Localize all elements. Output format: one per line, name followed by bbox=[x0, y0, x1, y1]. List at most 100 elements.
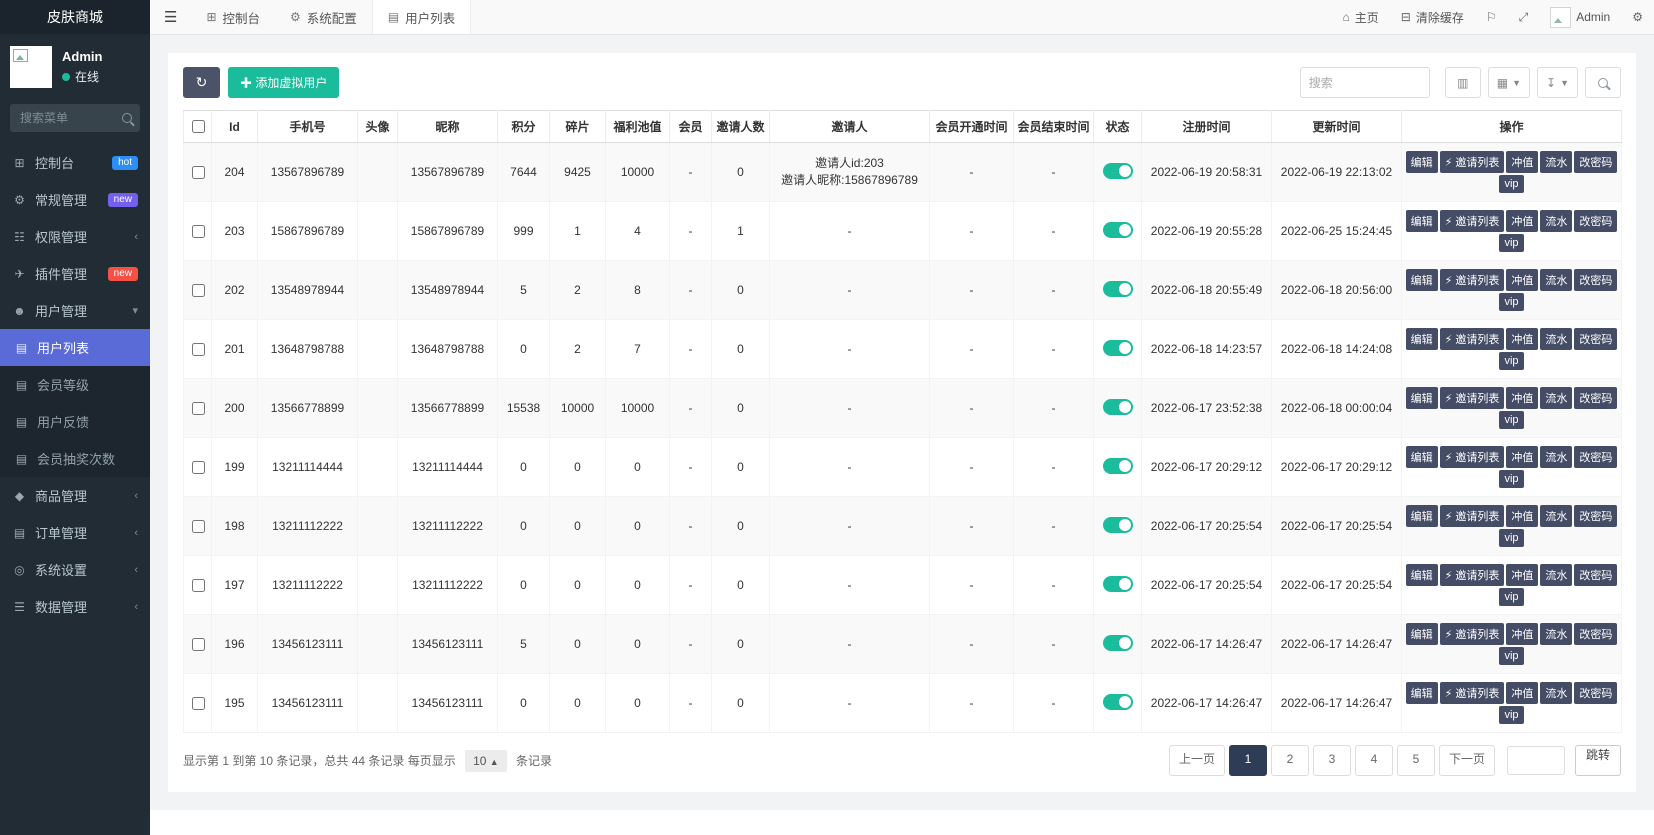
status-toggle[interactable] bbox=[1102, 516, 1133, 533]
status-toggle[interactable] bbox=[1102, 280, 1133, 297]
flow-button[interactable]: 流水 bbox=[1540, 210, 1573, 232]
edit-button[interactable]: 编辑 bbox=[1405, 682, 1438, 704]
invite-list-button[interactable]: ⚡ 邀请列表 bbox=[1439, 151, 1505, 173]
flow-button[interactable]: 流水 bbox=[1540, 505, 1573, 527]
vip-button[interactable]: vip bbox=[1499, 588, 1524, 606]
edit-button[interactable]: 编辑 bbox=[1405, 505, 1438, 527]
row-checkbox[interactable] bbox=[191, 165, 205, 179]
edit-button[interactable]: 编辑 bbox=[1405, 564, 1438, 586]
vip-button[interactable]: vip bbox=[1499, 529, 1524, 547]
edit-button[interactable]: 编辑 bbox=[1405, 446, 1438, 468]
recharge-button[interactable]: 冲值 bbox=[1506, 623, 1539, 645]
change-password-button[interactable]: 改密码 bbox=[1574, 210, 1618, 232]
change-password-button[interactable]: 改密码 bbox=[1574, 564, 1618, 586]
change-password-button[interactable]: 改密码 bbox=[1574, 328, 1618, 350]
page-button-2[interactable]: 2 bbox=[1270, 745, 1309, 776]
invite-list-button[interactable]: ⚡ 邀请列表 bbox=[1439, 269, 1505, 291]
row-checkbox[interactable] bbox=[191, 342, 205, 356]
vip-button[interactable]: vip bbox=[1499, 293, 1524, 311]
prev-page-button[interactable]: 上一页 bbox=[1168, 745, 1225, 776]
recharge-button[interactable]: 冲值 bbox=[1506, 269, 1539, 291]
columns-dropdown-button[interactable]: ▦ ▼ bbox=[1487, 67, 1531, 98]
recharge-button[interactable]: 冲值 bbox=[1506, 564, 1539, 586]
sidebar-item-general[interactable]: ⚙ 常规管理 new bbox=[0, 181, 150, 218]
status-toggle[interactable] bbox=[1102, 634, 1133, 651]
menu-toggle-icon[interactable]: ☰ bbox=[150, 8, 191, 26]
sidebar-item-products[interactable]: ◆ 商品管理 ‹ bbox=[0, 477, 150, 514]
flow-button[interactable]: 流水 bbox=[1540, 387, 1573, 409]
jump-button[interactable]: 跳转 bbox=[1574, 745, 1621, 776]
sidebar-item-permissions[interactable]: ☷ 权限管理 ‹ bbox=[0, 218, 150, 255]
edit-button[interactable]: 编辑 bbox=[1405, 328, 1438, 350]
next-page-button[interactable]: 下一页 bbox=[1438, 745, 1495, 776]
flow-button[interactable]: 流水 bbox=[1540, 682, 1573, 704]
invite-list-button[interactable]: ⚡ 邀请列表 bbox=[1439, 623, 1505, 645]
change-password-button[interactable]: 改密码 bbox=[1574, 446, 1618, 468]
edit-button[interactable]: 编辑 bbox=[1405, 210, 1438, 232]
tab-user-list[interactable]: ▤ 用户列表 bbox=[371, 0, 472, 34]
user-menu[interactable]: Admin bbox=[1539, 0, 1621, 34]
status-toggle[interactable] bbox=[1102, 162, 1133, 179]
menu-search[interactable] bbox=[10, 104, 140, 132]
row-checkbox[interactable] bbox=[191, 696, 205, 710]
recharge-button[interactable]: 冲值 bbox=[1506, 387, 1539, 409]
invite-list-button[interactable]: ⚡ 邀请列表 bbox=[1439, 564, 1505, 586]
fullscreen-button[interactable]: ⤢ bbox=[1508, 0, 1540, 34]
flow-button[interactable]: 流水 bbox=[1540, 564, 1573, 586]
status-toggle[interactable] bbox=[1102, 693, 1133, 710]
row-checkbox[interactable] bbox=[191, 224, 205, 238]
vip-button[interactable]: vip bbox=[1499, 175, 1524, 193]
row-checkbox[interactable] bbox=[191, 637, 205, 651]
home-link[interactable]: ⌂ 主页 bbox=[1332, 0, 1390, 34]
page-button-3[interactable]: 3 bbox=[1312, 745, 1351, 776]
select-all-checkbox[interactable] bbox=[191, 120, 205, 133]
search-toggle-button[interactable] bbox=[1585, 67, 1621, 98]
status-toggle[interactable] bbox=[1102, 339, 1133, 356]
edit-button[interactable]: 编辑 bbox=[1405, 387, 1438, 409]
invite-list-button[interactable]: ⚡ 邀请列表 bbox=[1439, 387, 1505, 409]
sidebar-subitem-user-list[interactable]: ▤ 用户列表 bbox=[0, 329, 150, 366]
change-password-button[interactable]: 改密码 bbox=[1574, 269, 1618, 291]
change-password-button[interactable]: 改密码 bbox=[1574, 151, 1618, 173]
change-password-button[interactable]: 改密码 bbox=[1574, 505, 1618, 527]
clear-cache-button[interactable]: ⊟ 清除缓存 bbox=[1390, 0, 1475, 34]
page-button-5[interactable]: 5 bbox=[1396, 745, 1435, 776]
flow-button[interactable]: 流水 bbox=[1540, 623, 1573, 645]
row-checkbox[interactable] bbox=[191, 578, 205, 592]
sidebar-item-system-settings[interactable]: ◎ 系统设置 ‹ bbox=[0, 551, 150, 588]
settings-button[interactable]: ⚙ bbox=[1621, 0, 1654, 34]
row-checkbox[interactable] bbox=[191, 519, 205, 533]
status-toggle[interactable] bbox=[1102, 575, 1133, 592]
recharge-button[interactable]: 冲值 bbox=[1506, 505, 1539, 527]
refresh-button[interactable]: ↻ bbox=[183, 67, 220, 98]
sidebar-item-console[interactable]: ⊞ 控制台 hot bbox=[0, 144, 150, 181]
invite-list-button[interactable]: ⚡ 邀请列表 bbox=[1439, 505, 1505, 527]
add-virtual-user-button[interactable]: ✚ 添加虚拟用户 bbox=[228, 67, 340, 98]
status-toggle[interactable] bbox=[1102, 398, 1133, 415]
recharge-button[interactable]: 冲值 bbox=[1506, 328, 1539, 350]
change-password-button[interactable]: 改密码 bbox=[1574, 623, 1618, 645]
invite-list-button[interactable]: ⚡ 邀请列表 bbox=[1439, 446, 1505, 468]
toggle-view-button[interactable]: ▥ bbox=[1444, 67, 1481, 98]
row-checkbox[interactable] bbox=[191, 460, 205, 474]
change-password-button[interactable]: 改密码 bbox=[1574, 387, 1618, 409]
change-password-button[interactable]: 改密码 bbox=[1574, 682, 1618, 704]
tab-console[interactable]: ⊞ 控制台 bbox=[191, 0, 275, 34]
sidebar-item-orders[interactable]: ▤ 订单管理 ‹ bbox=[0, 514, 150, 551]
vip-button[interactable]: vip bbox=[1499, 647, 1524, 665]
vip-button[interactable]: vip bbox=[1499, 470, 1524, 488]
flow-button[interactable]: 流水 bbox=[1540, 151, 1573, 173]
sidebar-subitem-user-feedback[interactable]: ▤ 用户反馈 bbox=[0, 403, 150, 440]
invite-list-button[interactable]: ⚡ 邀请列表 bbox=[1439, 210, 1505, 232]
sidebar-item-users[interactable]: ☻ 用户管理 ▾ bbox=[0, 292, 150, 329]
tab-system-config[interactable]: ⚙ 系统配置 bbox=[275, 0, 372, 34]
recharge-button[interactable]: 冲值 bbox=[1506, 151, 1539, 173]
vip-button[interactable]: vip bbox=[1499, 352, 1524, 370]
edit-button[interactable]: 编辑 bbox=[1405, 623, 1438, 645]
page-button-4[interactable]: 4 bbox=[1354, 745, 1393, 776]
edit-button[interactable]: 编辑 bbox=[1405, 151, 1438, 173]
table-search-input[interactable] bbox=[1299, 67, 1430, 98]
page-button-1[interactable]: 1 bbox=[1228, 745, 1267, 776]
status-toggle[interactable] bbox=[1102, 457, 1133, 474]
row-checkbox[interactable] bbox=[191, 283, 205, 297]
